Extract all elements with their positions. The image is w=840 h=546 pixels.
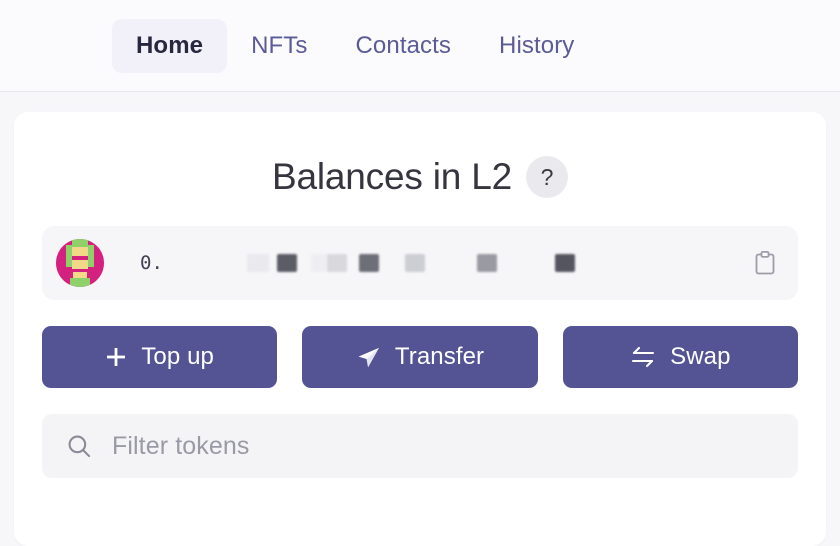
tab-home[interactable]: Home xyxy=(112,19,227,73)
tab-history[interactable]: History xyxy=(475,19,598,73)
card-header: Balances in L2 ? xyxy=(42,156,798,198)
balances-card: Balances in L2 ? 0. xyxy=(14,112,826,546)
tab-contacts[interactable]: Contacts xyxy=(332,19,476,73)
identicon-avatar xyxy=(56,239,104,287)
plus-icon xyxy=(105,346,127,368)
account-row[interactable]: 0. xyxy=(42,226,798,300)
transfer-label: Transfer xyxy=(395,343,484,371)
action-buttons: Top up Transfer xyxy=(42,326,798,388)
balance-amount: 0. xyxy=(140,252,163,274)
send-icon xyxy=(356,345,381,370)
search-icon xyxy=(66,433,92,459)
swap-label: Swap xyxy=(670,343,730,371)
top-navigation: Home NFTs Contacts History xyxy=(0,0,840,92)
page-title: Balances in L2 xyxy=(272,156,512,198)
filter-tokens-input[interactable] xyxy=(112,432,774,461)
tab-nfts[interactable]: NFTs xyxy=(227,19,331,73)
token-filter[interactable] xyxy=(42,414,798,478)
transfer-button[interactable]: Transfer xyxy=(302,326,537,388)
swap-icon xyxy=(630,345,656,369)
redacted-address xyxy=(247,254,736,272)
top-up-label: Top up xyxy=(141,343,214,371)
page-body: Balances in L2 ? 0. xyxy=(0,92,840,546)
top-up-button[interactable]: Top up xyxy=(42,326,277,388)
clipboard-icon[interactable] xyxy=(750,248,780,278)
help-icon[interactable]: ? xyxy=(526,156,568,198)
swap-button[interactable]: Swap xyxy=(563,326,798,388)
